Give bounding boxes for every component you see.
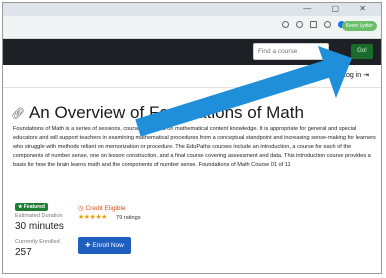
title-row: 🔗︎ An Overview of Foundations of Math (11, 103, 304, 123)
duration-label: Estimated Duration (15, 213, 63, 219)
zoom-icon[interactable] (282, 21, 289, 28)
sub-navigation: Log in ⇥ (3, 65, 381, 88)
clock-icon: ◷ (78, 205, 84, 212)
search-input[interactable] (253, 43, 329, 60)
login-link[interactable]: Log in ⇥ (342, 71, 369, 79)
course-description: Foundations of Math is a series of sessi… (13, 126, 376, 168)
window-controls[interactable]: — ▢ ✕ (303, 4, 375, 13)
page-title: An Overview of Foundations of Math (28, 103, 304, 122)
duration-value: 30 minutes (15, 221, 64, 232)
go-button[interactable]: Go! (351, 44, 373, 59)
enrolled-label: Currently Enrolled (15, 239, 60, 245)
star-icon[interactable] (296, 21, 303, 28)
enroll-label: Enroll Now (92, 242, 124, 249)
ratings-count: 79 ratings (116, 215, 141, 221)
featured-badge: ★ Featured (15, 203, 48, 211)
profile-button[interactable]: Kevin Lyster (341, 21, 377, 31)
site-header: Go! (3, 39, 381, 65)
credit-eligible: ◷ Credit Eligible (78, 204, 126, 212)
browser-toolbar: Kevin Lyster (3, 16, 381, 39)
link-icon[interactable]: 🔗︎ (11, 107, 25, 120)
rating-stars: ★★★★★ (78, 214, 107, 221)
plus-icon: ✚ (85, 242, 91, 249)
title-bar: — ▢ ✕ (3, 3, 381, 16)
extensions-icon[interactable] (310, 21, 317, 28)
credit-label: Credit Eligible (85, 205, 126, 212)
browser-window: — ▢ ✕ Kevin Lyster Go! Log in ⇥ 🔗︎ An Ov… (2, 2, 382, 274)
sidebar-icon[interactable] (324, 21, 331, 28)
enrolled-value: 257 (15, 247, 32, 258)
enroll-now-button[interactable]: ✚ Enroll Now (78, 237, 131, 254)
